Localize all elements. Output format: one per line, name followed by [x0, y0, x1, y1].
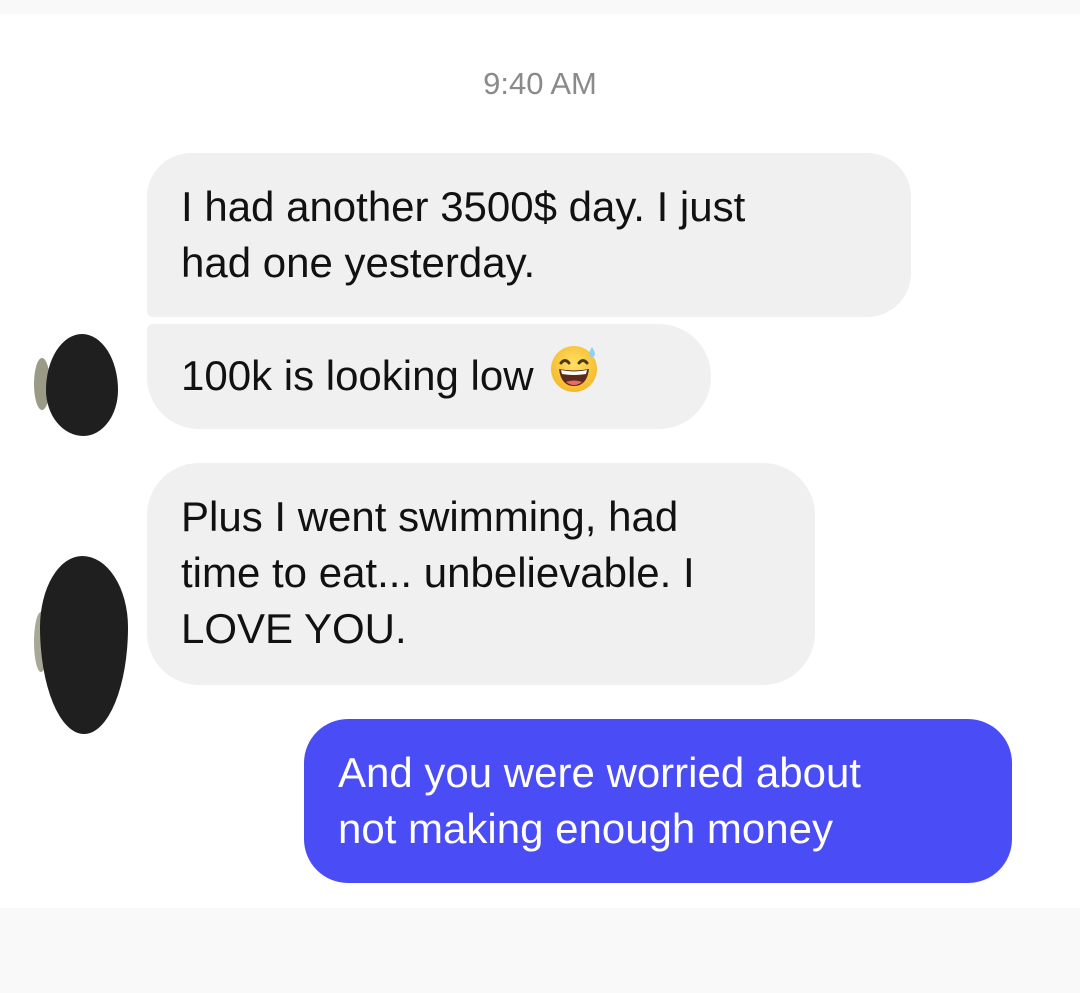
- incoming-message-bubble[interactable]: 100k is looking low: [147, 324, 711, 429]
- message-text-line: And you were worried about: [338, 749, 861, 796]
- grinning-face-with-sweat-icon: [548, 342, 600, 408]
- message-text-line: LOVE YOU.: [181, 605, 407, 652]
- message-text-line: Plus I went swimming, had: [181, 493, 679, 540]
- incoming-message-bubble[interactable]: I had another 3500$ day. I just had one …: [147, 153, 911, 317]
- message-text-line: not making enough money: [338, 805, 833, 852]
- message-text-line: time to eat... unbelievable. I: [181, 549, 695, 596]
- message-text-line: I had another 3500$ day. I just: [181, 183, 746, 230]
- outgoing-message-bubble[interactable]: And you were worried about not making en…: [304, 719, 1012, 883]
- incoming-message-bubble[interactable]: Plus I went swimming, had time to eat...…: [147, 463, 815, 685]
- sender-avatar[interactable]: [46, 334, 118, 436]
- message-text-line: had one yesterday.: [181, 239, 536, 286]
- message-timestamp: 9:40 AM: [483, 66, 597, 101]
- message-text: 100k is looking low: [181, 352, 534, 399]
